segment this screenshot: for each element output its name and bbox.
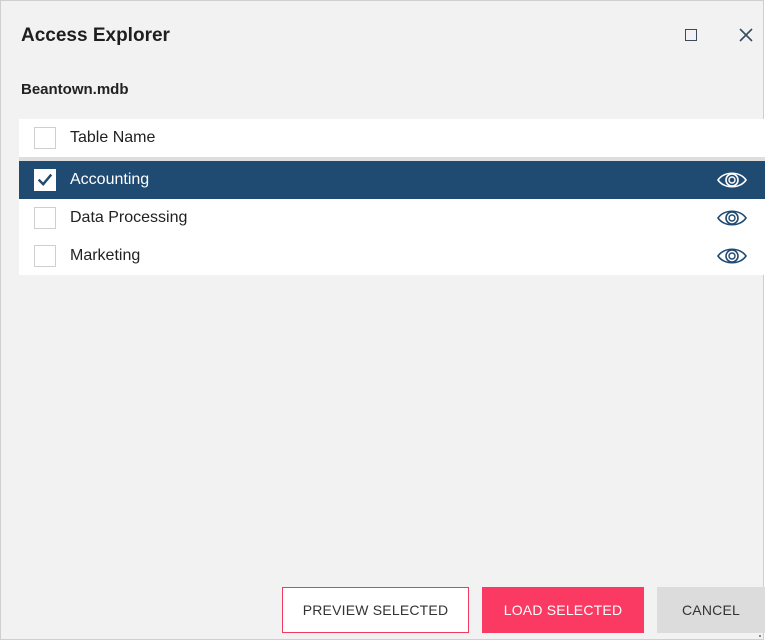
dialog-buttons: PREVIEW SELECTED LOAD SELECTED CANCEL xyxy=(1,587,765,633)
preview-selected-button[interactable]: PREVIEW SELECTED xyxy=(282,587,469,633)
title-bar: Access Explorer xyxy=(1,1,763,67)
tables-list: Table Name Accounting Data Processing Ma… xyxy=(19,119,765,275)
row-label: Data Processing xyxy=(70,209,188,226)
row-label: Marketing xyxy=(70,247,141,264)
row-checkbox[interactable] xyxy=(34,207,56,229)
close-button[interactable] xyxy=(734,23,758,47)
dialog-title: Access Explorer xyxy=(21,25,170,46)
eye-icon[interactable] xyxy=(716,169,748,191)
maximize-button[interactable] xyxy=(679,23,703,47)
row-label: Accounting xyxy=(70,171,150,188)
maximize-icon xyxy=(685,29,697,41)
table-name-column-header: Table Name xyxy=(70,129,156,146)
table-row-data-processing[interactable]: Data Processing xyxy=(19,199,765,237)
eye-icon[interactable] xyxy=(716,245,748,267)
select-all-checkbox[interactable] xyxy=(34,127,56,149)
row-checkbox[interactable] xyxy=(34,245,56,267)
eye-icon[interactable] xyxy=(716,207,748,229)
database-filename: Beantown.mdb xyxy=(21,81,129,98)
table-row-marketing[interactable]: Marketing xyxy=(19,237,765,275)
access-explorer-dialog: Access Explorer Beantown.mdb Table Name … xyxy=(0,0,765,640)
table-row-accounting[interactable]: Accounting xyxy=(19,161,765,199)
close-icon xyxy=(739,28,753,42)
row-checkbox[interactable] xyxy=(34,169,56,191)
load-selected-button[interactable]: LOAD SELECTED xyxy=(482,587,644,633)
checkmark-icon xyxy=(37,173,53,186)
cancel-button[interactable]: CANCEL xyxy=(657,587,765,633)
resize-grip-icon[interactable] xyxy=(757,633,761,637)
table-header: Table Name xyxy=(19,119,765,161)
